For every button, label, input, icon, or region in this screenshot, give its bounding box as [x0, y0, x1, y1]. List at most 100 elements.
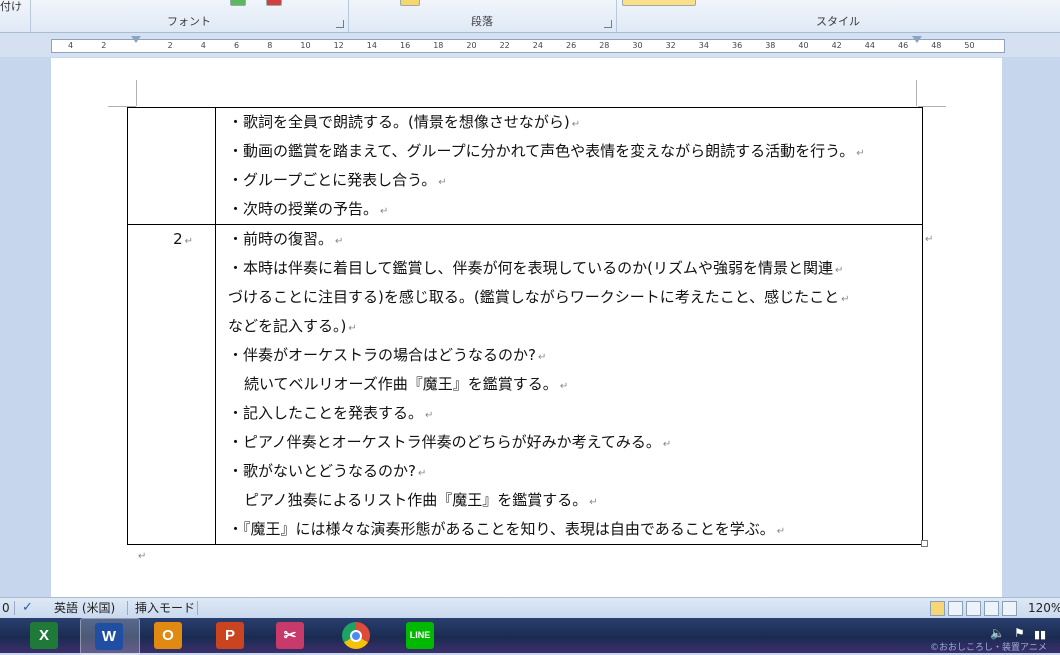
proofing-check-icon[interactable]: ✓ — [22, 598, 33, 618]
ruler-tick-label: 8 — [267, 41, 273, 50]
activity-line: 続いてベルリオーズ作曲『魔王』を鑑賞する。 ↵ — [244, 375, 569, 393]
activity-line: ・歌がないとどうなるのか? ↵ — [228, 462, 427, 480]
ruler-tick-label: 40 — [798, 41, 809, 50]
horizontal-ruler[interactable]: 4 2 2 4 6 8 10 12 14 16 18 20 22 24 26 28 30 32 34 36 38 40 42… — [51, 39, 1005, 53]
outline-view-icon[interactable] — [984, 601, 999, 616]
right-indent-marker[interactable] — [912, 36, 922, 43]
indent-marker[interactable] — [131, 36, 141, 43]
font-dialog-launcher-icon[interactable] — [336, 20, 344, 28]
row-end-mark: ↵ — [925, 234, 934, 245]
ruler-tick-label: 38 — [765, 41, 776, 50]
line-taskbar-button[interactable]: LINE — [392, 618, 450, 653]
page-indicator[interactable]: 0 — [2, 598, 10, 618]
ruler-tick-label: 36 — [732, 41, 743, 50]
activity-line: ・ピアノ伴奏とオーケストラ伴奏のどちらが好みか考えてみる。 ↵ — [228, 433, 672, 451]
ruler-tick-label: 50 — [964, 41, 975, 50]
language-indicator[interactable]: 英語 (米国) — [54, 598, 115, 618]
outlook-taskbar-button[interactable]: O — [140, 618, 198, 653]
ruler-tick-label: 4 — [200, 41, 206, 50]
activity-line: ・前時の復習。 ↵ — [228, 230, 344, 248]
ruler-tick-label: 18 — [433, 41, 444, 50]
step-number: 2 ↵ — [173, 230, 193, 248]
ruler-tick-label: 46 — [898, 41, 909, 50]
powerpoint-taskbar-button[interactable]: P — [202, 618, 260, 653]
activity-line: づけることに注目する)を感じ取る。(鑑賞しながらワークシートに考えたこと、感じた… — [228, 288, 850, 306]
ruler-tick-label: 20 — [466, 41, 477, 50]
step-number-cell[interactable] — [127, 107, 216, 225]
ribbon-group-clipboard: 付け — [0, 0, 31, 32]
word-taskbar-button[interactable]: W — [80, 618, 140, 655]
ruler-tick-label: 6 — [234, 41, 240, 50]
crop-mark — [136, 80, 137, 106]
ribbon-group-font: フォント — [30, 0, 349, 32]
volume-icon[interactable]: 🔈 — [990, 626, 1005, 640]
zoom-level[interactable]: 120% — [1028, 598, 1060, 618]
ruler-tick-label: 48 — [931, 41, 942, 50]
ruler-tick-label: 16 — [400, 41, 411, 50]
ruler-tick-label: 30 — [632, 41, 643, 50]
system-tray: 🔈 ⚑ ▮▮ ©おおしころし・装置アニメ — [930, 618, 1060, 653]
ruler-tick-label: 4 — [68, 41, 74, 50]
taskbar: X W O P ✂ LINE 🔈 ⚑ ▮▮ ©おおしころし・装置アニメ — [0, 618, 1060, 655]
ruler-tick-label: 12 — [333, 41, 344, 50]
excel-icon: X — [30, 622, 58, 649]
ruler-tick-label: 34 — [698, 41, 709, 50]
word-icon: W — [95, 623, 123, 650]
shading-icon[interactable] — [400, 0, 420, 6]
highlight-icon[interactable] — [266, 0, 282, 6]
paragraph-dialog-launcher-icon[interactable] — [604, 20, 612, 28]
print-layout-view-icon[interactable] — [930, 601, 945, 616]
activity-cell[interactable]: ・歌詞を全員で朗読する。(情景を想像させながら) ↵ ・動画の鑑賞を踏まえて、グルー… — [215, 107, 923, 225]
paragraph-end-mark: ↵ — [138, 551, 147, 562]
lesson-plan-table[interactable]: ・歌詞を全員で朗読する。(情景を想像させながら) ↵ ・動画の鑑賞を踏まえて、グルー… — [127, 107, 923, 545]
activity-line: ピアノ独奏によるリスト作曲『魔王』を鑑賞する。 ↵ — [244, 491, 598, 509]
table-resize-handle[interactable] — [921, 540, 928, 547]
ribbon-cut-label: 付け — [0, 0, 22, 13]
insert-mode-indicator[interactable]: 挿入モード — [135, 598, 195, 618]
crop-mark — [916, 80, 917, 106]
activity-cell[interactable]: ・前時の復習。 ↵ ・本時は伴奏に着目して鑑賞し、伴奏が何を表現しているのか(リズム… — [215, 224, 923, 545]
chrome-taskbar-button[interactable] — [328, 618, 386, 653]
ribbon-group-label-style: スタイル — [816, 15, 860, 28]
ruler-tick-label: 22 — [499, 41, 510, 50]
action-center-flag-icon[interactable]: ⚑ — [1014, 626, 1025, 640]
outlook-icon: O — [154, 622, 182, 649]
ribbon-group-style: スタイル — [616, 0, 1060, 32]
wallpaper-credit: ©おおしころし・装置アニメ — [930, 643, 1047, 653]
font-color-icon[interactable] — [230, 0, 246, 6]
powerpoint-icon: P — [216, 622, 244, 649]
activity-line: ・動画の鑑賞を踏まえて、グループに分かれて声色や表情を変えながら朗読する活動を行… — [228, 142, 865, 160]
ruler-tick-label: 14 — [366, 41, 377, 50]
draft-view-icon[interactable] — [1002, 601, 1017, 616]
activity-line: ・次時の授業の予告。 ↵ — [228, 200, 389, 218]
ruler-tick-label: 28 — [599, 41, 610, 50]
ruler-tick-label: 2 — [167, 41, 173, 50]
ruler-tick-label: 10 — [300, 41, 311, 50]
status-bar: 0 ✓ 英語 (米国) 挿入モード 120% — [0, 597, 1060, 618]
chrome-icon — [342, 622, 370, 649]
ruler-tick-label: 24 — [532, 41, 543, 50]
ribbon: 付け フォント 段落 スタイル — [0, 0, 1060, 33]
excel-taskbar-button[interactable]: X — [16, 618, 74, 653]
full-screen-reading-view-icon[interactable] — [948, 601, 963, 616]
activity-line: ・伴奏がオーケストラの場合はどうなるのか? ↵ — [228, 346, 547, 364]
line-icon: LINE — [406, 622, 434, 649]
activity-line: ・歌詞を全員で朗読する。(情景を想像させながら) ↵ — [228, 113, 581, 131]
activity-line: ・『魔王』には様々な演奏形態があることを知り、表現は自由であることを学ぶ。 ↵ — [228, 520, 786, 538]
activity-line: ・グループごとに発表し合う。 ↵ — [228, 171, 447, 189]
ruler-tick-label: 26 — [566, 41, 577, 50]
table-row[interactable]: ・歌詞を全員で朗読する。(情景を想像させながら) ↵ ・動画の鑑賞を踏まえて、グルー… — [127, 107, 923, 225]
snipping-tool-taskbar-button[interactable]: ✂ — [262, 618, 320, 653]
ribbon-group-paragraph: 段落 — [348, 0, 617, 32]
web-layout-view-icon[interactable] — [966, 601, 981, 616]
ruler-tick-label: 44 — [864, 41, 875, 50]
step-number-cell[interactable]: 2 ↵ — [127, 224, 216, 545]
ribbon-group-label-font: フォント — [167, 15, 211, 28]
ribbon-group-label-paragraph: 段落 — [471, 15, 493, 28]
table-row[interactable]: 2 ↵ ・前時の復習。 ↵ ・本時は伴奏に着目して鑑賞し、伴奏が何を表現しているのか(リ… — [127, 224, 923, 545]
style-gallery-item[interactable] — [622, 0, 696, 6]
snipping-tool-icon: ✂ — [276, 622, 304, 649]
activity-line: ・本時は伴奏に着目して鑑賞し、伴奏が何を表現しているのか(リズムや強弱を情景と関… — [228, 259, 844, 277]
ruler-tick-label: 42 — [831, 41, 842, 50]
ruler-tick-label: 32 — [665, 41, 676, 50]
